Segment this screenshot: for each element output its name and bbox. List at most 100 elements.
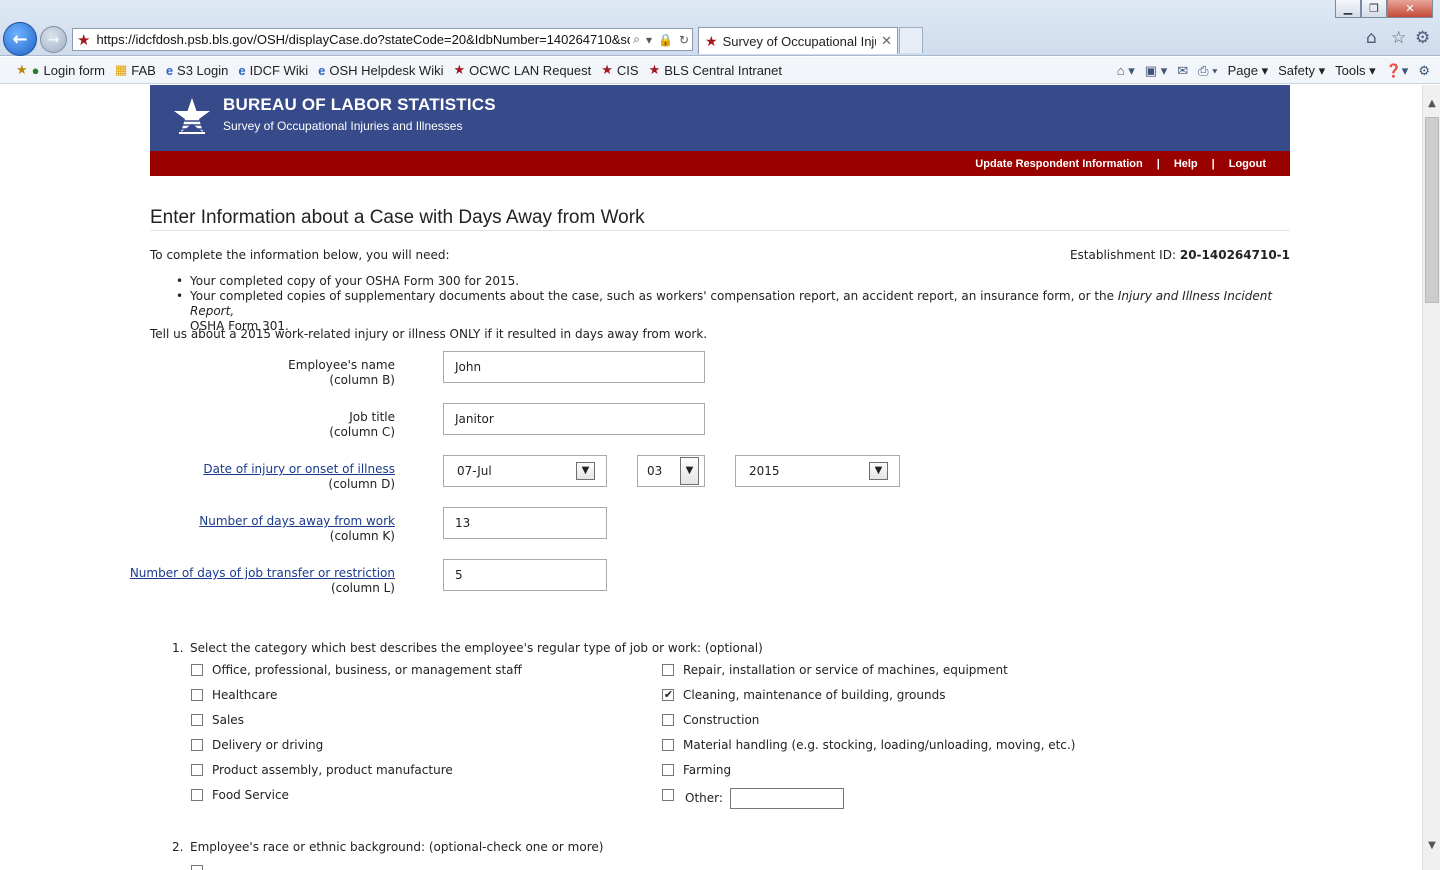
scroll-thumb[interactable] [1425, 117, 1439, 303]
checkbox-box[interactable] [191, 689, 203, 701]
chevron-down-icon[interactable]: ▼ [869, 462, 888, 480]
fav-fab[interactable]: ▦ FAB [115, 62, 156, 78]
date-of-injury-label: Date of injury or onset of illness (colu… [203, 462, 395, 491]
checkbox-box[interactable] [662, 789, 674, 801]
safety-menu[interactable]: Safety ▾ [1278, 63, 1325, 79]
checkbox-repair[interactable]: Repair, installation or service of machi… [662, 663, 1008, 677]
injury-day-select[interactable]: 03 ▼ [637, 455, 705, 487]
checkbox-box[interactable] [662, 739, 674, 751]
checkbox-healthcare[interactable]: Healthcare [191, 688, 277, 702]
close-window-button[interactable]: ✕ [1387, 0, 1433, 18]
checkbox-box[interactable] [191, 789, 203, 801]
checkbox-checked-icon[interactable] [662, 689, 674, 701]
chevron-down-icon[interactable]: ▼ [576, 462, 595, 480]
refresh-icon[interactable]: ↻ [679, 33, 689, 47]
ie-page-icon: e [165, 62, 174, 78]
fav-login-form[interactable]: ● Login form [32, 63, 105, 78]
feeds-command[interactable]: ▣ ▾ [1145, 63, 1167, 79]
home-icon[interactable]: ⌂ [1366, 28, 1377, 48]
scroll-down-icon[interactable]: ▼ [1423, 837, 1440, 855]
dropdown-arrow-icon[interactable]: ▾ [646, 33, 652, 47]
checkbox-farming[interactable]: Farming [662, 763, 731, 777]
checkbox-material-handling[interactable]: Material handling (e.g. stocking, loadin… [662, 738, 1075, 752]
settings-gear-icon[interactable]: ⚙ [1415, 28, 1430, 48]
address-url[interactable]: https://idcfdosh.psb.bls.gov/OSH/display… [96, 32, 630, 47]
question-2-text: Employee's race or ethnic background: (o… [190, 840, 604, 854]
checkbox-box[interactable] [191, 865, 203, 870]
days-away-input[interactable]: 13 [443, 507, 607, 539]
ie-page-icon: e [238, 62, 246, 78]
maximize-button[interactable]: ❐ [1361, 0, 1387, 18]
fav-bls-central-intranet[interactable]: ★ BLS Central Intranet [649, 62, 782, 78]
help-command[interactable]: ❓▾ [1386, 63, 1409, 79]
favorites-star-icon[interactable]: ★ [16, 62, 28, 78]
days-transfer-link[interactable]: Number of days of job transfer or restri… [130, 566, 395, 580]
globe-icon: ● [31, 62, 40, 78]
checkbox-box[interactable] [662, 764, 674, 776]
nav-help[interactable]: Help [1174, 158, 1198, 170]
date-of-injury-link[interactable]: Date of injury or onset of illness [203, 462, 395, 476]
back-arrow-icon: ← [12, 28, 28, 50]
checkbox-box[interactable] [191, 714, 203, 726]
checkbox-product-assembly[interactable]: Product assembly, product manufacture [191, 763, 453, 777]
chevron-down-icon[interactable]: ▼ [680, 457, 699, 485]
checkbox-box[interactable] [191, 664, 203, 676]
scroll-up-icon[interactable]: ▲ [1423, 95, 1440, 113]
injury-year-value: 2015 [749, 464, 780, 478]
job-title-input[interactable]: Janitor [443, 403, 705, 435]
search-icon[interactable]: ⌕ [633, 32, 640, 47]
list-item: Your completed copy of your OSHA Form 30… [176, 274, 1286, 289]
fav-osh-helpdesk-wiki[interactable]: e OSH Helpdesk Wiki [318, 63, 443, 78]
employee-name-input[interactable]: John [443, 351, 705, 383]
checkbox-sales[interactable]: Sales [191, 713, 244, 727]
nav-logout[interactable]: Logout [1229, 158, 1266, 170]
fav-s3-login[interactable]: e S3 Login [166, 63, 229, 78]
new-tab-button[interactable] [899, 27, 923, 53]
checkbox-cleaning[interactable]: Cleaning, maintenance of building, groun… [662, 688, 945, 702]
days-transfer-input[interactable]: 5 [443, 559, 607, 591]
checkbox-box[interactable] [191, 764, 203, 776]
checkbox-box[interactable] [662, 714, 674, 726]
close-tab-icon[interactable]: ✕ [881, 33, 892, 49]
checkbox-box[interactable] [662, 664, 674, 676]
bls-favicon-icon: ★ [77, 31, 91, 49]
checkbox-box[interactable] [191, 739, 203, 751]
fav-cis[interactable]: ★ CIS [601, 62, 638, 78]
page-menu[interactable]: Page ▾ [1228, 63, 1269, 79]
home-icon: ⌂ ▾ [1116, 62, 1135, 78]
forward-button[interactable]: → [40, 26, 67, 53]
fav-idcf-wiki[interactable]: e IDCF Wiki [238, 63, 308, 78]
top-nav: Update Respondent Information | Help | L… [150, 151, 1290, 176]
checkbox-food-service[interactable]: Food Service [191, 788, 289, 802]
days-away-link[interactable]: Number of days away from work [199, 514, 395, 528]
tab-survey[interactable]: ★ Survey of Occupational Inju... ✕ [698, 27, 898, 54]
title-divider [150, 230, 1290, 231]
establishment-value: 20-140264710-1 [1179, 248, 1290, 262]
checkbox-other[interactable]: Other: [662, 788, 723, 805]
bls-star-icon: ★ [601, 62, 613, 77]
home-command[interactable]: ⌂ ▾ [1117, 63, 1135, 79]
back-button[interactable]: ← [3, 22, 37, 56]
other-job-input[interactable] [730, 788, 844, 809]
favorites-star-icon[interactable]: ☆ [1391, 28, 1406, 48]
checkbox-construction[interactable]: Construction [662, 713, 759, 727]
injury-month-select[interactable]: 07-Jul ▼ [443, 455, 607, 487]
nav-update-respondent-info[interactable]: Update Respondent Information [975, 158, 1142, 170]
print-command[interactable]: ⎙ ▾ [1198, 63, 1217, 79]
establishment-label: Establishment ID: [1069, 248, 1177, 262]
bls-star-logo-icon [174, 98, 210, 134]
address-bar[interactable]: ★ https://idcfdosh.psb.bls.gov/OSH/displ… [72, 28, 693, 51]
checkbox-delivery[interactable]: Delivery or driving [191, 738, 323, 752]
injury-year-select[interactable]: 2015 ▼ [735, 455, 900, 487]
minimize-button[interactable]: ▁ [1335, 0, 1361, 18]
vertical-scrollbar[interactable]: ▲ ▼ [1422, 85, 1440, 870]
mail-command[interactable]: ✉ [1177, 63, 1188, 79]
fav-ocwc-lan-request[interactable]: ★ OCWC LAN Request [453, 62, 591, 78]
checkbox-office[interactable]: Office, professional, business, or manag… [191, 663, 522, 677]
bls-header: BUREAU OF LABOR STATISTICS Survey of Occ… [150, 85, 1290, 151]
research-command[interactable]: ⚙ [1418, 63, 1430, 79]
survey-subtitle: Survey of Occupational Injuries and Illn… [223, 119, 463, 133]
lock-icon[interactable]: 🔒 [658, 33, 673, 47]
tools-menu[interactable]: Tools ▾ [1335, 63, 1376, 79]
checkbox-partial[interactable] [191, 865, 212, 870]
